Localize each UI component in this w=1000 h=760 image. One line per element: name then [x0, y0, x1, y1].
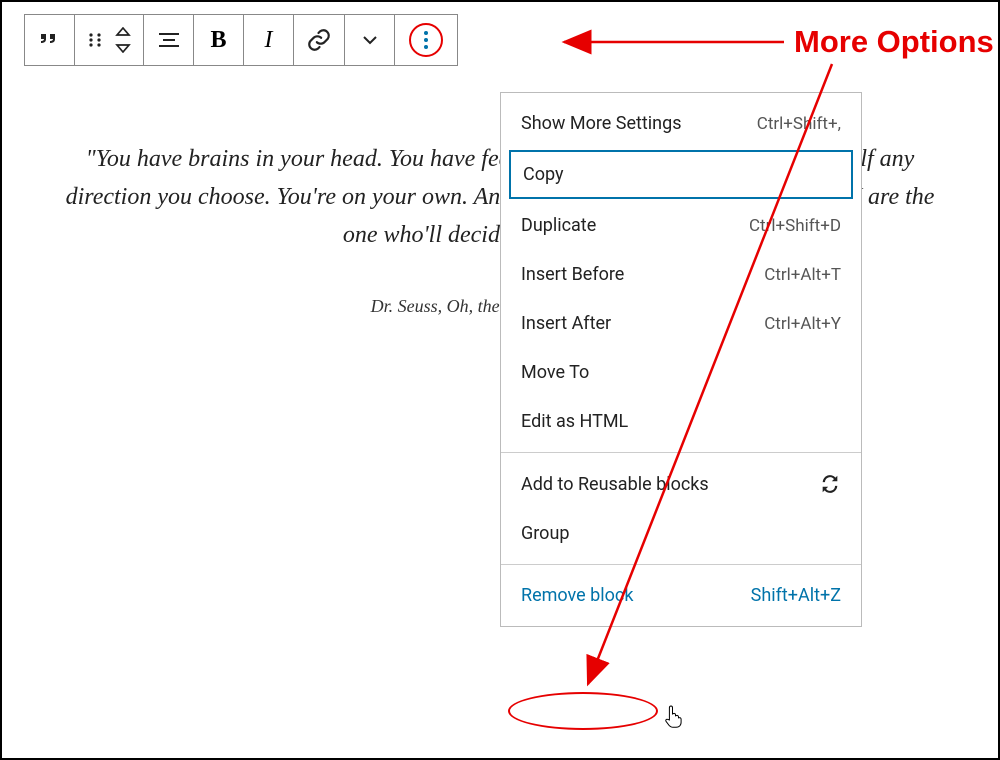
menu-item-shortcut: Ctrl+Shift+D	[749, 216, 841, 236]
menu-item-label: Duplicate	[521, 215, 596, 236]
menu-item-label: Remove block	[521, 585, 633, 606]
menu-item-label: Add to Reusable blocks	[521, 474, 709, 495]
menu-copy[interactable]: Copy	[509, 150, 853, 199]
quote-icon	[38, 28, 62, 52]
menu-group[interactable]: Group	[501, 509, 861, 558]
menu-item-label: Insert Before	[521, 264, 624, 285]
menu-remove-block[interactable]: Remove block Shift+Alt+Z	[501, 571, 861, 620]
block-toolbar: B I	[24, 14, 458, 66]
cursor-hand-icon	[664, 704, 684, 733]
bold-button[interactable]: B	[194, 15, 244, 65]
menu-item-shortcut: Ctrl+Alt+T	[764, 265, 841, 285]
reusable-icon	[819, 473, 841, 495]
align-button[interactable]	[144, 15, 194, 65]
menu-item-label: Copy	[523, 164, 564, 185]
menu-show-more-settings[interactable]: Show More Settings Ctrl+Shift+,	[501, 99, 861, 148]
menu-move-to[interactable]: Move To	[501, 348, 861, 397]
menu-item-label: Show More Settings	[521, 113, 682, 134]
menu-insert-after[interactable]: Insert After Ctrl+Alt+Y	[501, 299, 861, 348]
annotation-more-options-label: More Options	[794, 24, 994, 60]
menu-item-label: Insert After	[521, 313, 611, 334]
italic-button[interactable]: I	[244, 15, 294, 65]
kebab-icon	[424, 31, 428, 49]
more-options-button[interactable]	[395, 15, 457, 65]
more-options-menu: Show More Settings Ctrl+Shift+, Copy Dup…	[500, 92, 862, 627]
menu-add-reusable[interactable]: Add to Reusable blocks	[501, 459, 861, 509]
menu-item-label: Move To	[521, 362, 589, 383]
annotation-remove-oval	[508, 692, 658, 730]
link-icon	[306, 27, 332, 53]
menu-duplicate[interactable]: Duplicate Ctrl+Shift+D	[501, 201, 861, 250]
menu-item-shortcut: Ctrl+Shift+,	[757, 114, 841, 134]
drag-handle-icon	[87, 32, 103, 48]
drag-move-group[interactable]	[75, 15, 144, 65]
chevron-down-icon	[362, 32, 378, 48]
menu-edit-as-html[interactable]: Edit as HTML	[501, 397, 861, 446]
editor-frame: B I "You have brains in your head. You h…	[0, 0, 1000, 760]
more-rich-text-button[interactable]	[345, 15, 395, 65]
menu-insert-before[interactable]: Insert Before Ctrl+Alt+T	[501, 250, 861, 299]
menu-item-label: Group	[521, 523, 569, 544]
menu-item-label: Edit as HTML	[521, 411, 628, 432]
menu-item-shortcut: Ctrl+Alt+Y	[764, 314, 841, 334]
more-options-highlight-circle	[409, 23, 443, 57]
menu-item-shortcut: Shift+Alt+Z	[751, 585, 841, 606]
move-up-down-icon	[115, 27, 131, 53]
align-icon	[157, 28, 181, 52]
quote-block-icon[interactable]	[25, 15, 75, 65]
link-button[interactable]	[294, 15, 345, 65]
